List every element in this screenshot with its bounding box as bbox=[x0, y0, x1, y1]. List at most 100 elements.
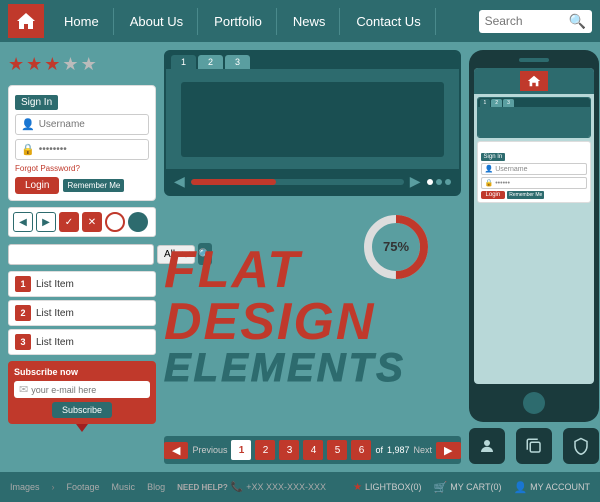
forgot-link[interactable]: Forgot Password? bbox=[15, 164, 149, 173]
dot-3 bbox=[445, 179, 451, 185]
flat-text: FLAT bbox=[164, 244, 301, 296]
login-box: Sign In 👤 🔒 Forgot Password? Login Remem… bbox=[8, 85, 156, 201]
nav-item-contact[interactable]: Contact Us bbox=[342, 8, 435, 35]
cart-label: MY CART(0) bbox=[450, 482, 501, 492]
prev-arrow-btn[interactable]: ◀ bbox=[13, 212, 33, 232]
person-icon bbox=[478, 437, 496, 455]
password-input[interactable] bbox=[39, 144, 143, 155]
browser-tab-3[interactable]: 3 bbox=[225, 55, 250, 69]
page-num-1[interactable]: 1 bbox=[231, 440, 251, 460]
subscribe-button[interactable]: Subscribe bbox=[52, 402, 112, 418]
page-num-4[interactable]: 4 bbox=[303, 440, 323, 460]
nav-item-news[interactable]: News bbox=[279, 8, 341, 35]
cross-btn[interactable]: ✕ bbox=[82, 212, 102, 232]
check-btn[interactable]: ✓ bbox=[59, 212, 79, 232]
radio-btn[interactable] bbox=[105, 212, 125, 232]
username-field: 👤 bbox=[15, 114, 149, 135]
phone-tab-1[interactable]: 1 bbox=[480, 99, 491, 107]
browser-tab-1[interactable]: 1 bbox=[171, 55, 196, 69]
icon-buttons-row bbox=[469, 428, 599, 464]
need-help-label: NEED HELP? bbox=[177, 483, 228, 492]
donut-svg: 75% bbox=[361, 212, 431, 282]
list-num-3: 3 bbox=[15, 334, 31, 350]
email-input[interactable] bbox=[31, 385, 145, 395]
page-num-5[interactable]: 5 bbox=[327, 440, 347, 460]
user-icon-btn[interactable] bbox=[469, 428, 505, 464]
login-button[interactable]: Login bbox=[15, 177, 59, 194]
progress-bar-fill bbox=[191, 179, 276, 185]
shield-icon bbox=[572, 437, 590, 455]
list-text-1: List Item bbox=[36, 279, 74, 290]
subscribe-label: Subscribe now bbox=[14, 367, 150, 377]
star-3[interactable]: ★ bbox=[44, 54, 60, 75]
phone-mockup: 1 2 3 Sign In 👤 Username 🔒 •••••• bbox=[469, 50, 599, 422]
browser-back-arrow[interactable]: ◀ bbox=[174, 173, 185, 190]
bottom-link-blog[interactable]: Blog bbox=[147, 482, 165, 492]
bottom-link-music[interactable]: Music bbox=[112, 482, 136, 492]
star-rating[interactable]: ★ ★ ★ ★ ★ bbox=[8, 50, 156, 79]
need-help-item: NEED HELP? 📞 +XX XXX-XXX-XXX bbox=[177, 482, 326, 493]
phone-tab-2[interactable]: 2 bbox=[491, 99, 502, 107]
browser-tab-2[interactable]: 2 bbox=[198, 55, 223, 69]
lightbox-star-icon: ★ bbox=[353, 482, 362, 493]
phone-login-btn[interactable]: Login bbox=[481, 191, 506, 199]
phone-btn-row: Login Remember Me bbox=[481, 191, 587, 199]
phone-password-field: 🔒 •••••• bbox=[481, 177, 587, 189]
search-input-left[interactable] bbox=[8, 244, 154, 265]
bottom-link-images[interactable]: Images bbox=[10, 482, 40, 492]
cart-item[interactable]: 🛒 MY CART(0) bbox=[434, 481, 502, 494]
list-items: 1 List Item 2 List Item 3 List Item bbox=[8, 271, 156, 355]
nav-item-portfolio[interactable]: Portfolio bbox=[200, 8, 277, 35]
design-text: DESIGN bbox=[164, 296, 375, 348]
star-2[interactable]: ★ bbox=[26, 54, 42, 75]
login-btn-row: Login Remember Me bbox=[15, 177, 149, 194]
circle-btn[interactable] bbox=[128, 212, 148, 232]
nav-logo[interactable] bbox=[8, 4, 44, 38]
phone-remember-label: Remember Me bbox=[507, 191, 544, 199]
donut-chart: 75% bbox=[361, 212, 431, 287]
lightbox-item[interactable]: ★ LIGHTBOX(0) bbox=[353, 482, 421, 493]
subscribe-box: Subscribe now ✉ Subscribe bbox=[8, 361, 156, 424]
list-num-1: 1 bbox=[15, 276, 31, 292]
page-num-3[interactable]: 3 bbox=[279, 440, 299, 460]
search-input-nav[interactable] bbox=[485, 14, 565, 28]
list-item-3: 3 List Item bbox=[8, 329, 156, 355]
phone-username-text: Username bbox=[495, 166, 527, 173]
page-num-2[interactable]: 2 bbox=[255, 440, 275, 460]
next-page-arrow[interactable]: ▶ bbox=[436, 442, 460, 459]
page-of: of bbox=[375, 445, 383, 455]
email-icon: ✉ bbox=[19, 383, 28, 396]
subscribe-input-row: ✉ bbox=[14, 381, 150, 398]
middle-panel: 1 2 3 ◀ ▶ FLAT D bbox=[164, 50, 461, 464]
nav-item-about[interactable]: About Us bbox=[116, 8, 198, 35]
star-4[interactable]: ★ bbox=[62, 54, 78, 75]
phone-user-icon: 👤 bbox=[485, 165, 494, 173]
browser-forward-arrow[interactable]: ▶ bbox=[410, 173, 421, 190]
password-field: 🔒 bbox=[15, 139, 149, 160]
lock-icon-btn[interactable] bbox=[563, 428, 599, 464]
signin-label: Sign In bbox=[15, 95, 58, 110]
star-1[interactable]: ★ bbox=[8, 54, 24, 75]
phone-home-button[interactable] bbox=[523, 392, 545, 414]
star-5[interactable]: ★ bbox=[81, 54, 97, 75]
next-arrow-btn[interactable]: ▶ bbox=[36, 212, 56, 232]
list-text-2: List Item bbox=[36, 308, 74, 319]
next-label: Next bbox=[414, 445, 433, 455]
bottom-link-footage[interactable]: Footage bbox=[67, 482, 100, 492]
phone-signin-label: Sign In bbox=[481, 153, 506, 161]
nav-item-home[interactable]: Home bbox=[50, 8, 114, 35]
browser-mockup: 1 2 3 ◀ ▶ bbox=[164, 50, 461, 196]
copy-icon-btn[interactable] bbox=[516, 428, 552, 464]
elements-text: ELEMENTS bbox=[164, 348, 406, 388]
phone-tab-3[interactable]: 3 bbox=[503, 99, 514, 107]
username-input[interactable] bbox=[39, 119, 143, 130]
prev-label: Previous bbox=[192, 445, 227, 455]
page-num-6[interactable]: 6 bbox=[351, 440, 371, 460]
phone-password-text: •••••• bbox=[495, 180, 510, 187]
prev-page-arrow[interactable]: ◀ bbox=[164, 442, 188, 459]
phone-icon: 📞 bbox=[231, 482, 243, 493]
list-item-1: 1 List Item bbox=[8, 271, 156, 297]
phone-number: +XX XXX-XXX-XXX bbox=[246, 482, 326, 492]
account-item[interactable]: 👤 MY ACCOUNT bbox=[513, 481, 590, 494]
subscribe-ribbon bbox=[76, 424, 88, 432]
